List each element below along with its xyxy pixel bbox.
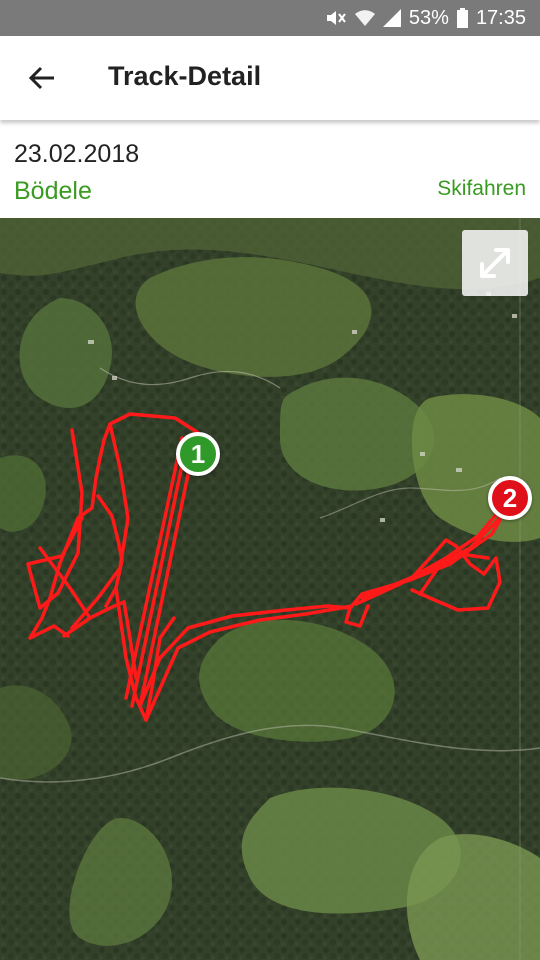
- satellite-image: [0, 218, 540, 960]
- start-marker[interactable]: 1: [176, 432, 220, 476]
- track-location: Bödele: [14, 177, 92, 205]
- battery-percent: 53%: [408, 6, 449, 29]
- battery-icon: [456, 8, 468, 28]
- page-title: Track-Detail: [108, 61, 262, 91]
- expand-map-button[interactable]: [462, 230, 528, 296]
- app-bar: Track-Detail: [0, 36, 540, 120]
- track-date: 23.02.2018: [14, 140, 140, 168]
- wifi-icon: [354, 9, 375, 27]
- track-activity: Skifahren: [437, 177, 526, 200]
- track-map[interactable]: 1 2: [0, 218, 540, 960]
- back-button[interactable]: [22, 60, 62, 96]
- signal-icon: [382, 9, 401, 27]
- clock: 17:35: [475, 6, 526, 29]
- end-marker[interactable]: 2: [488, 476, 532, 520]
- status-bar: 53% 17:35: [0, 0, 540, 36]
- expand-icon: [480, 248, 510, 278]
- mute-icon: [325, 8, 347, 28]
- back-arrow-icon: [28, 66, 54, 90]
